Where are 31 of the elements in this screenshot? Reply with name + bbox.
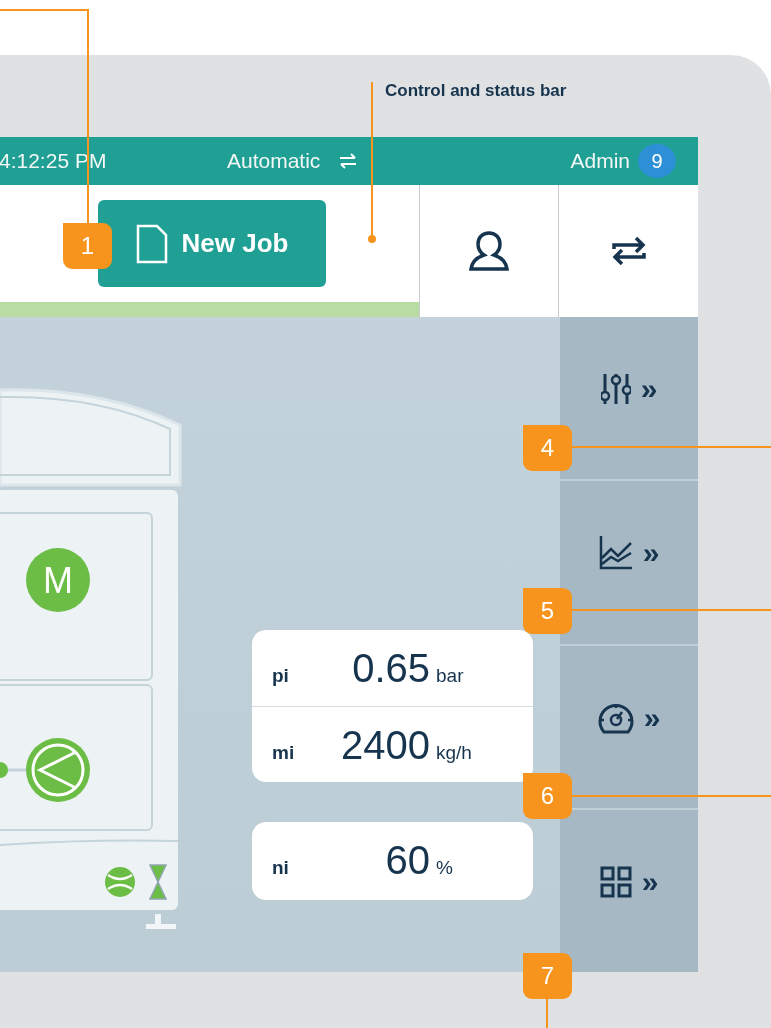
new-job-button[interactable]: New Job bbox=[98, 200, 326, 287]
leader-line bbox=[546, 998, 548, 1028]
reading-value: 2400 bbox=[340, 723, 430, 768]
callout-number: 1 bbox=[63, 223, 112, 269]
callout-number: 6 bbox=[523, 773, 572, 819]
reading-unit: % bbox=[436, 857, 453, 879]
reading-symbol: mi bbox=[271, 742, 296, 764]
notification-badge[interactable]: 9 bbox=[638, 144, 676, 178]
gauge-icon bbox=[597, 701, 634, 734]
expand-arrow: » bbox=[642, 536, 660, 571]
grid-icon bbox=[599, 865, 632, 898]
expand-arrow: » bbox=[640, 372, 658, 407]
user-name: Admin bbox=[570, 149, 630, 173]
expand-arrow: » bbox=[641, 864, 659, 899]
expand-arrow: » bbox=[643, 700, 661, 735]
user-icon bbox=[467, 229, 512, 273]
line-chart-icon bbox=[598, 536, 633, 571]
document-icon bbox=[135, 223, 168, 264]
mode-label: Automatic bbox=[227, 149, 321, 173]
reading-value: 60 bbox=[384, 838, 430, 883]
callout-number: 7 bbox=[523, 953, 572, 999]
reading-unit: bar bbox=[436, 665, 464, 687]
annotation-label: Control and status bar bbox=[385, 81, 567, 101]
swap-icon[interactable] bbox=[338, 152, 359, 170]
reading-unit: kg/h bbox=[436, 742, 472, 764]
callout-number: 5 bbox=[523, 588, 572, 634]
callout-number: 4 bbox=[523, 425, 572, 471]
reading-value: 0.65 bbox=[351, 646, 430, 691]
sliders-icon bbox=[600, 372, 631, 407]
reading-symbol: pi bbox=[271, 665, 290, 687]
reading-symbol: ni bbox=[271, 857, 290, 879]
